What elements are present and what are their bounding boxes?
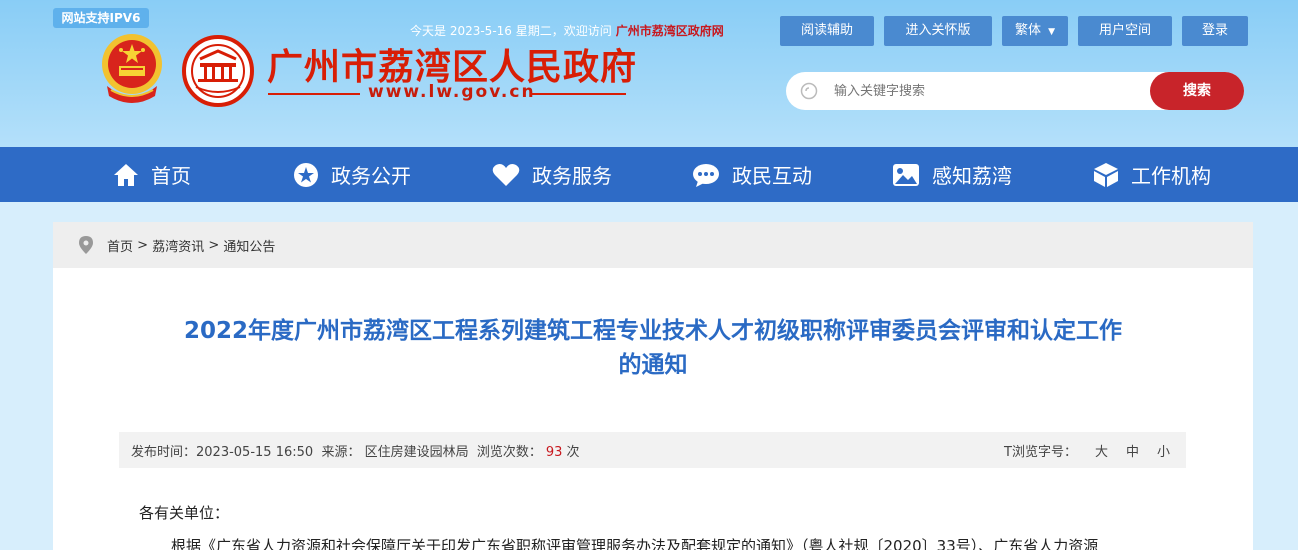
search-icon [800, 82, 818, 100]
nav-label: 工作机构 [1131, 164, 1211, 188]
ipv6-badge: 网站支持IPV6 [53, 8, 149, 28]
breadcrumb-home[interactable]: 首页 [107, 236, 133, 255]
welcome-site-link[interactable]: 广州市荔湾区政府网 [616, 24, 724, 38]
article-title-line: 2022年度广州市荔湾区工程系列建筑工程专业技术人才初级职称评审委员会评审和认定… [183, 318, 1122, 344]
cube-icon [1094, 162, 1118, 187]
nav-label: 政务公开 [331, 164, 411, 188]
font-size-label: T浏览字号： [1004, 444, 1077, 460]
breadcrumb: 首页 > 荔湾资讯 > 通知公告 [53, 222, 1253, 268]
content-card: 首页 > 荔湾资讯 > 通知公告 2022年度广州市荔湾区工程系列建筑工程专业技… [53, 222, 1253, 550]
caret-down-icon: ▼ [1048, 27, 1056, 37]
nav-item-home[interactable]: 首页 [113, 147, 191, 202]
location-pin-icon [79, 236, 93, 254]
liwan-logo-icon [182, 35, 254, 107]
welcome-date: 今天是 2023-5-16 星期二，欢迎访问 [410, 24, 612, 38]
login-button[interactable]: 登录 [1182, 16, 1248, 46]
nav-label: 感知荔湾 [932, 164, 1012, 188]
traditional-label: 繁体 [1014, 23, 1041, 38]
traditional-chinese-button[interactable]: 繁体 ▼ [1002, 16, 1068, 46]
article-title-line: 的通知 [618, 352, 688, 378]
font-size-medium-button[interactable]: 中 [1126, 441, 1139, 460]
views-label: 浏览次数： [476, 444, 542, 460]
star-icon [294, 162, 318, 187]
nav-label: 政务服务 [532, 164, 612, 188]
image-icon [893, 163, 919, 186]
nav-label: 政民互动 [732, 164, 812, 188]
nav-item-perceive-liwan[interactable]: 感知荔湾 [892, 147, 1012, 202]
source-value: 区住房建设园林局 [364, 444, 469, 460]
breadcrumb-news[interactable]: 荔湾资讯 [152, 236, 204, 255]
font-size-small-button[interactable]: 小 [1157, 441, 1170, 460]
search-button[interactable]: 搜索 [1150, 72, 1244, 110]
breadcrumb-notices[interactable]: 通知公告 [223, 236, 275, 255]
nav-item-departments[interactable]: 工作机构 [1093, 147, 1211, 202]
nav-item-gov-services[interactable]: 政务服务 [492, 147, 612, 202]
heart-icon [492, 163, 520, 186]
views-count: 93 [545, 444, 563, 460]
article-paragraph: 根据《广东省人力资源和社会保障厅关于印发广东省职称评审管理服务办法及配套规定的通… [171, 537, 1099, 550]
source-label: 来源： [321, 444, 361, 460]
publish-time: 2023-05-15 16:50 [196, 444, 314, 460]
publish-label: 发布时间： [131, 444, 197, 460]
font-size-controls: T浏览字号： 大 中 小 [1004, 432, 1170, 468]
article-meta: 发布时间：2023-05-15 16:50 来源： 区住房建设园林局 浏览次数：… [119, 432, 1186, 468]
url-divider-left [268, 93, 360, 95]
header: 网站支持IPV6 广州市荔湾区人民政府 www.lw.gov.cn 今天是 20… [0, 0, 1298, 147]
reading-aid-button[interactable]: 阅读辅助 [780, 16, 874, 46]
nav-item-gov-affairs-open[interactable]: 政务公开 [293, 147, 411, 202]
views-unit: 次 [566, 444, 580, 460]
welcome-text: 今天是 2023-5-16 星期二，欢迎访问 广州市荔湾区政府网 [410, 22, 724, 39]
user-space-button[interactable]: 用户空间 [1078, 16, 1172, 46]
nav-item-interaction[interactable]: 政民互动 [692, 147, 812, 202]
nav-label: 首页 [151, 164, 191, 188]
url-divider-right [530, 93, 626, 95]
search-box: 搜索 [786, 72, 1244, 110]
chat-icon [693, 163, 719, 187]
site-url: www.lw.gov.cn [368, 82, 536, 102]
care-mode-button[interactable]: 进入关怀版 [884, 16, 992, 46]
national-emblem-icon [102, 34, 162, 103]
main-nav: 首页 政务公开 政务服务 政民互动 感知荔湾 工作机构 [0, 147, 1298, 202]
breadcrumb-separator: > [204, 237, 224, 253]
article-title: 2022年度广州市荔湾区工程系列建筑工程专业技术人才初级职称评审委员会评审和认定… [113, 314, 1193, 382]
article-salutation: 各有关单位： [139, 504, 230, 522]
breadcrumb-separator: > [133, 237, 153, 253]
font-size-large-button[interactable]: 大 [1095, 441, 1108, 460]
meta-info: 发布时间：2023-05-15 16:50 来源： 区住房建设园林局 浏览次数：… [131, 441, 579, 460]
home-icon [114, 163, 138, 186]
search-input[interactable] [834, 81, 1134, 101]
